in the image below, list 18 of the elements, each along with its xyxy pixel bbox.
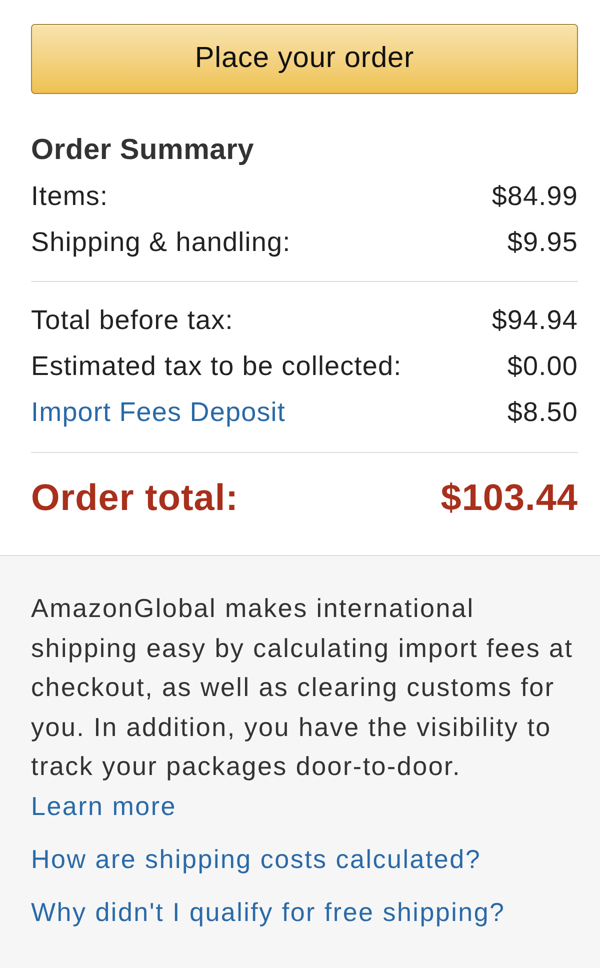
learn-more-link[interactable]: Learn more: [31, 790, 176, 820]
order-summary-heading: Order Summary: [31, 133, 256, 168]
place-order-button[interactable]: Place your order: [31, 24, 578, 94]
help-link[interactable]: How are shipping costs calculated?: [31, 839, 482, 879]
summary-amount: $8.50: [507, 396, 578, 429]
summary-amount: $94.94: [492, 304, 578, 337]
summary-amount: $0.00: [507, 350, 578, 383]
summary-label: Shipping & handling:: [31, 226, 291, 259]
summary-label: Estimated tax to be collected:: [31, 350, 402, 383]
summary-amount: $9.95: [507, 226, 578, 259]
fee-link[interactable]: Import Fees Deposit: [31, 392, 286, 432]
summary-label: Total before tax:: [31, 304, 234, 337]
summary-amount: $84.99: [492, 180, 578, 213]
info-paragraph: AmazonGlobal makes international shipping easy by calculating import fees at checkout, as well as clearing customs for you. In addition, you have the visibility to track your packages door-to-door. Learn more: [31, 592, 574, 822]
help-link[interactable]: Why didn't I qualify for free shipping?: [31, 892, 506, 932]
summary-label: Items:: [31, 180, 108, 213]
order-total-label: Order total:: [31, 476, 238, 520]
order-total-amount: $103.44: [440, 476, 578, 520]
